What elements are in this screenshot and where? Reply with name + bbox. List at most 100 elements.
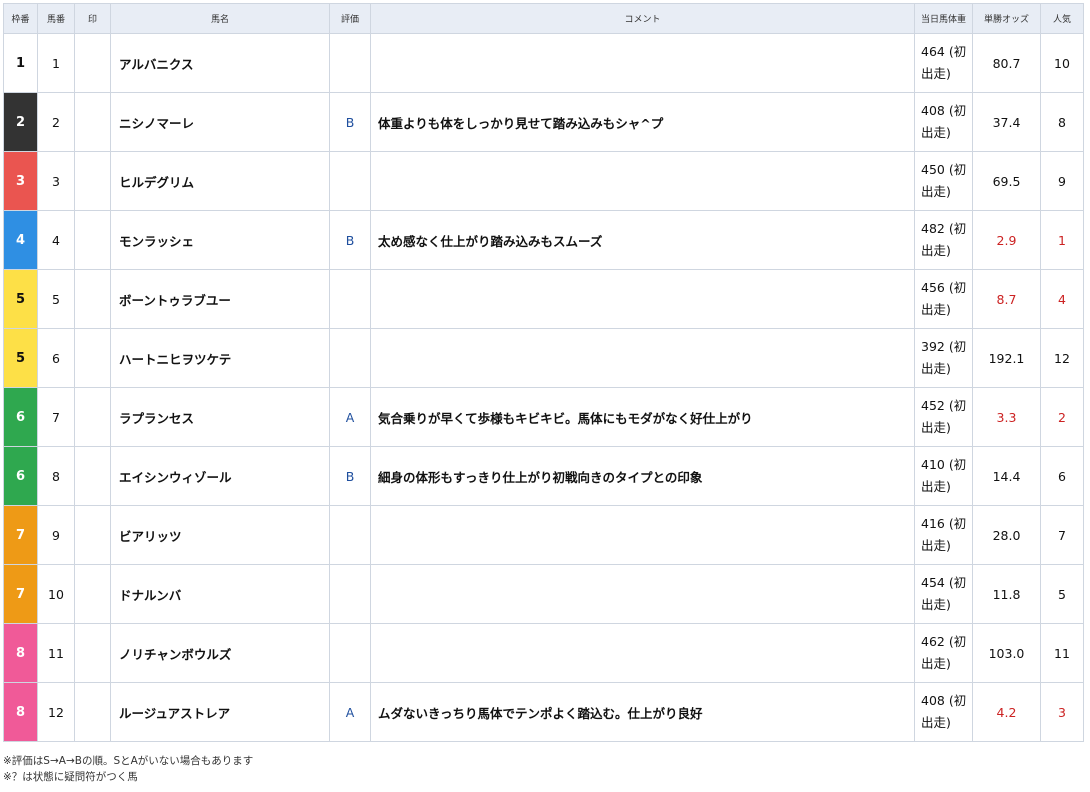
win-odds-cell: 80.7 (972, 33, 1041, 93)
evaluation-cell: B (329, 446, 371, 506)
body-weight-cell: 410 (初出走) (914, 446, 973, 506)
body-weight-cell: 452 (初出走) (914, 387, 973, 447)
table-row: 7 9 ビアリッツ 416 (初出走) 28.0 7 (3, 505, 1084, 565)
win-odds-cell: 11.8 (972, 564, 1041, 624)
table-row: 8 12 ルージュアストレア A ムダないきっちり馬体でテンポよく踏込む。仕上がり良好 4… (3, 682, 1084, 742)
popularity-cell: 1 (1040, 210, 1084, 270)
win-odds-cell: 69.5 (972, 151, 1041, 211)
waku-cell: 7 (3, 564, 38, 624)
horse-name-cell: ヒルデグリム (110, 151, 330, 211)
body-weight-cell: 450 (初出走) (914, 151, 973, 211)
horse-name-cell: ラプランセス (110, 387, 330, 447)
body-weight-cell: 454 (初出走) (914, 564, 973, 624)
body-weight-cell: 462 (初出走) (914, 623, 973, 683)
table-header: 枠番 馬番 印 馬名 評価 コメント 当日馬体重 単勝オッズ 人気 (3, 3, 1084, 34)
table-row: 6 7 ラプランセス A 気合乗りが早くて歩様もキビキビ。馬体にもモダがなく好仕上がり 4… (3, 387, 1084, 447)
race-table-container: 枠番 馬番 印 馬名 評価 コメント 当日馬体重 単勝オッズ 人気 1 1 アルバニ… (3, 3, 1084, 783)
horse-name-cell: ビアリッツ (110, 505, 330, 565)
evaluation-cell: B (329, 210, 371, 270)
comment-cell (370, 564, 915, 624)
waku-cell: 4 (3, 210, 38, 270)
header-waku: 枠番 (3, 3, 38, 34)
comment-cell: 体重よりも体をしっかり見せて踏み込みもシャ^プ (370, 92, 915, 152)
horse-number-cell: 7 (37, 387, 75, 447)
popularity-cell: 3 (1040, 682, 1084, 742)
horse-name-cell: ドナルンバ (110, 564, 330, 624)
waku-cell: 6 (3, 387, 38, 447)
evaluation-cell (329, 151, 371, 211)
comment-cell (370, 505, 915, 565)
table-body: 1 1 アルバニクス 464 (初出走) 80.7 10 2 2 ニシノマーレ B 体重よりも体をし… (3, 33, 1084, 742)
horse-number-cell: 8 (37, 446, 75, 506)
body-weight-cell: 456 (初出走) (914, 269, 973, 329)
horse-number-cell: 12 (37, 682, 75, 742)
waku-cell: 8 (3, 623, 38, 683)
table-row: 5 6 ハートニヒヲツケテ 392 (初出走) 192.1 12 (3, 328, 1084, 388)
waku-cell: 8 (3, 682, 38, 742)
popularity-cell: 8 (1040, 92, 1084, 152)
horse-number-cell: 5 (37, 269, 75, 329)
body-weight-cell: 408 (初出走) (914, 682, 973, 742)
evaluation-cell (329, 33, 371, 93)
evaluation-cell (329, 328, 371, 388)
mark-cell (74, 269, 111, 329)
header-name: 馬名 (110, 3, 330, 34)
footnote-question: ※？は状態に疑問符がつく馬 (3, 771, 138, 783)
mark-cell (74, 505, 111, 565)
footnote-eval: ※評価はS→A→Bの順。SとAがいない場合もあります (3, 755, 254, 767)
comment-cell (370, 328, 915, 388)
horse-number-cell: 1 (37, 33, 75, 93)
waku-cell: 6 (3, 446, 38, 506)
comment-cell (370, 269, 915, 329)
horse-number-cell: 9 (37, 505, 75, 565)
footnotes: ※評価はS→A→Bの順。SとAがいない場合もあります ※？は状態に疑問符がつく馬 (3, 753, 253, 785)
table-row: 2 2 ニシノマーレ B 体重よりも体をしっかり見せて踏み込みもシャ^プ 408 (初出走… (3, 92, 1084, 152)
evaluation-cell (329, 623, 371, 683)
header-eval: 評価 (329, 3, 371, 34)
popularity-cell: 6 (1040, 446, 1084, 506)
popularity-cell: 10 (1040, 33, 1084, 93)
win-odds-cell: 192.1 (972, 328, 1041, 388)
mark-cell (74, 210, 111, 270)
evaluation-cell: B (329, 92, 371, 152)
mark-cell (74, 328, 111, 388)
mark-cell (74, 92, 111, 152)
table-row: 8 11 ノリチャンボウルズ 462 (初出走) 103.0 11 (3, 623, 1084, 683)
popularity-cell: 2 (1040, 387, 1084, 447)
table-row: 6 8 エイシンウィゾール B 細身の体形もすっきり仕上がり初戦向きのタイプとの印象 41… (3, 446, 1084, 506)
evaluation-cell (329, 505, 371, 565)
horse-number-cell: 4 (37, 210, 75, 270)
win-odds-cell: 103.0 (972, 623, 1041, 683)
win-odds-cell: 8.7 (972, 269, 1041, 329)
body-weight-cell: 392 (初出走) (914, 328, 973, 388)
comment-cell: ムダないきっちり馬体でテンポよく踏込む。仕上がり良好 (370, 682, 915, 742)
comment-cell: 太め感なく仕上がり踏み込みもスムーズ (370, 210, 915, 270)
horse-number-cell: 2 (37, 92, 75, 152)
win-odds-cell: 3.3 (972, 387, 1041, 447)
body-weight-cell: 408 (初出走) (914, 92, 973, 152)
waku-cell: 1 (3, 33, 38, 93)
table-row: 5 5 ボーントゥラブユー 456 (初出走) 8.7 4 (3, 269, 1084, 329)
waku-cell: 3 (3, 151, 38, 211)
comment-cell (370, 151, 915, 211)
horse-name-cell: アルバニクス (110, 33, 330, 93)
horse-name-cell: ルージュアストレア (110, 682, 330, 742)
comment-cell (370, 33, 915, 93)
mark-cell (74, 151, 111, 211)
popularity-cell: 12 (1040, 328, 1084, 388)
body-weight-cell: 464 (初出走) (914, 33, 973, 93)
waku-cell: 7 (3, 505, 38, 565)
table-row: 4 4 モンラッシェ B 太め感なく仕上がり踏み込みもスムーズ 482 (初出走) 2.9 1 (3, 210, 1084, 270)
popularity-cell: 9 (1040, 151, 1084, 211)
evaluation-cell: A (329, 682, 371, 742)
win-odds-cell: 37.4 (972, 92, 1041, 152)
evaluation-cell (329, 564, 371, 624)
header-popularity: 人気 (1040, 3, 1084, 34)
horse-name-cell: エイシンウィゾール (110, 446, 330, 506)
mark-cell (74, 33, 111, 93)
horse-number-cell: 6 (37, 328, 75, 388)
header-comment: コメント (370, 3, 915, 34)
header-weight: 当日馬体重 (914, 3, 973, 34)
horse-name-cell: ハートニヒヲツケテ (110, 328, 330, 388)
mark-cell (74, 387, 111, 447)
